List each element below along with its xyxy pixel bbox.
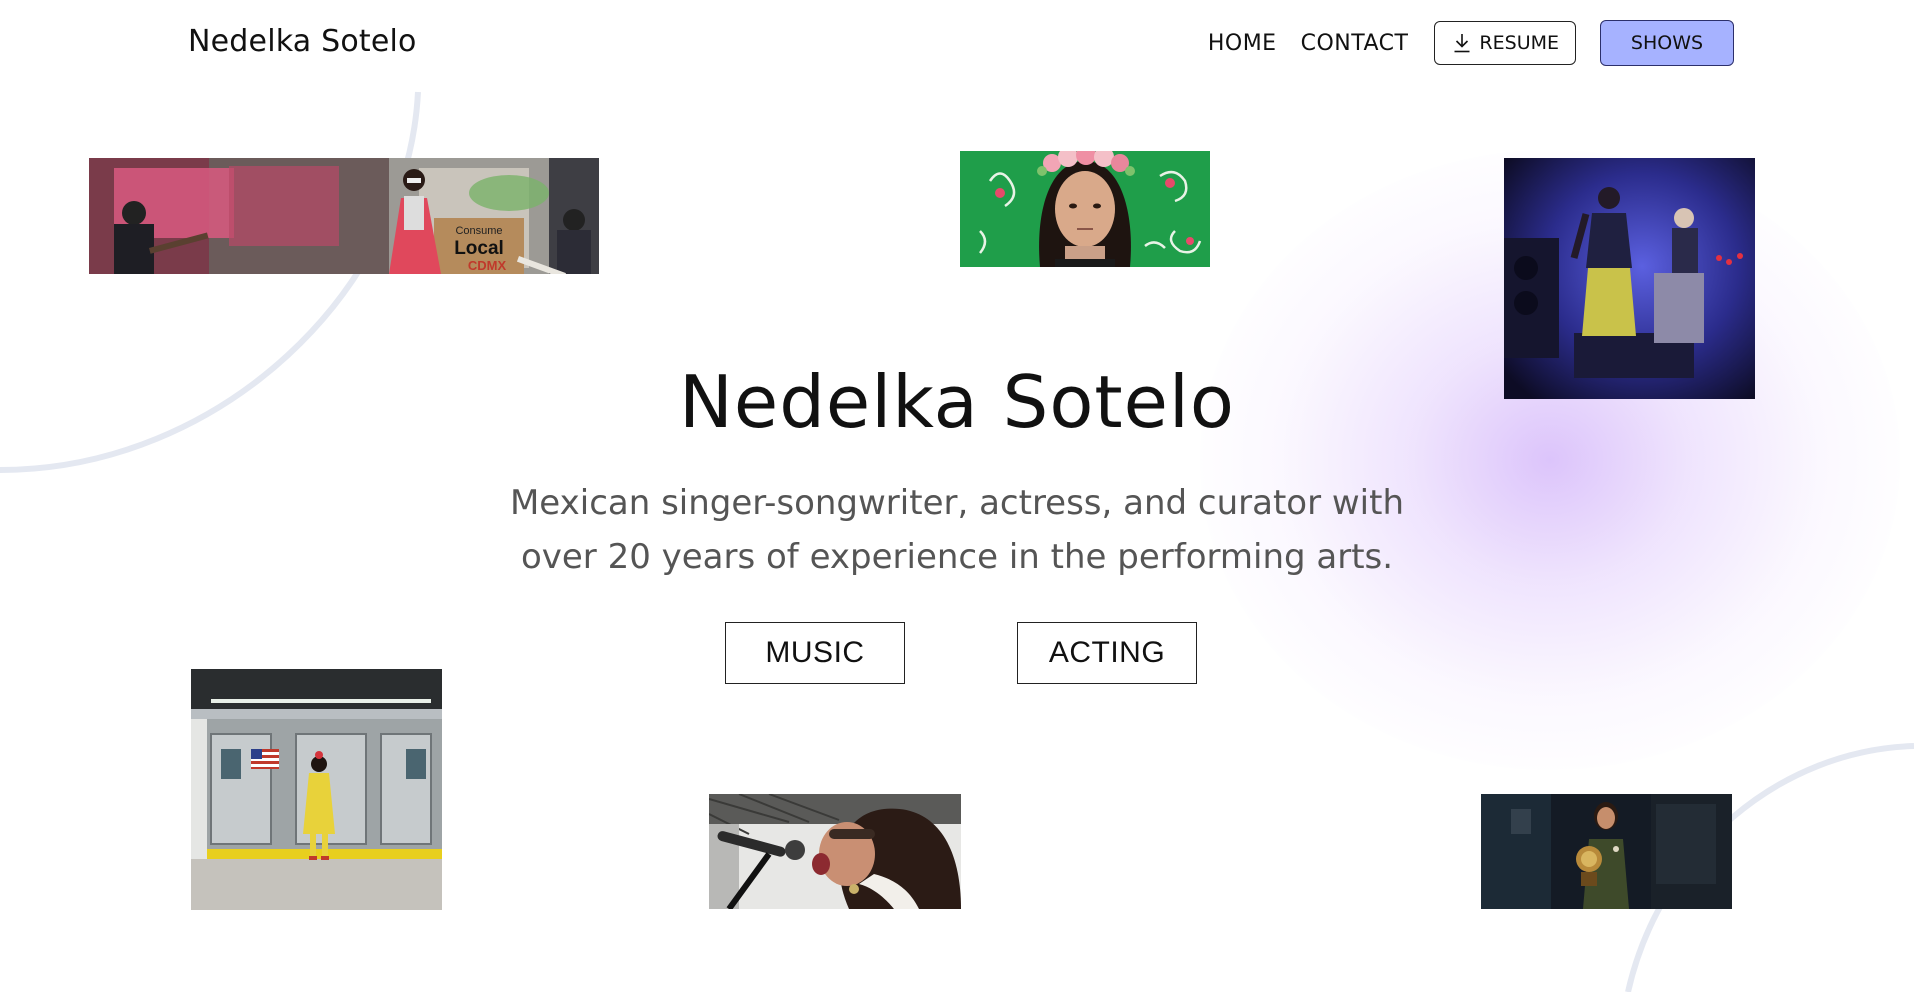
banner-sign-local: Local xyxy=(454,238,504,259)
hero-subtitle-line-1: Mexican singer-songwriter, actress, and … xyxy=(509,483,1405,523)
hero-subtitle: Mexican singer-songwriter, actress, and … xyxy=(507,476,1407,584)
main-nav: HOME CONTACT RESUME SHOWS xyxy=(1208,20,1734,66)
shows-button[interactable]: SHOWS xyxy=(1600,20,1734,66)
page: Nedelka Sotelo HOME CONTACT RESUME SHOWS xyxy=(0,0,1914,992)
banner-sign-consume: Consume xyxy=(455,225,502,237)
photo-band-performance-banner: Consume Local CDMX xyxy=(89,158,599,274)
site-logo[interactable]: Nedelka Sotelo xyxy=(188,24,417,59)
photo-singer-microphone xyxy=(709,794,961,909)
music-button-label: MUSIC xyxy=(765,636,865,669)
banner-sign-cdmx: CDMX xyxy=(468,258,507,273)
download-icon xyxy=(1454,34,1470,53)
nav-home-link[interactable]: HOME xyxy=(1208,31,1277,56)
resume-download-button[interactable]: RESUME xyxy=(1434,21,1576,65)
hero-subtitle-line-2: over 20 years of experience in the perfo… xyxy=(520,537,1394,577)
nav-contact-link[interactable]: CONTACT xyxy=(1301,31,1409,56)
shows-button-label: SHOWS xyxy=(1630,32,1704,54)
photo-award-night xyxy=(1481,794,1732,909)
photo-flower-crown-portrait xyxy=(960,151,1210,267)
resume-button-label: RESUME xyxy=(1479,32,1559,54)
photo-subway-platform xyxy=(191,669,442,910)
acting-button[interactable]: ACTING xyxy=(1017,622,1197,684)
music-button[interactable]: MUSIC xyxy=(725,622,905,684)
acting-button-label: ACTING xyxy=(1048,636,1166,669)
hero-title: Nedelka Sotelo xyxy=(679,360,1235,444)
